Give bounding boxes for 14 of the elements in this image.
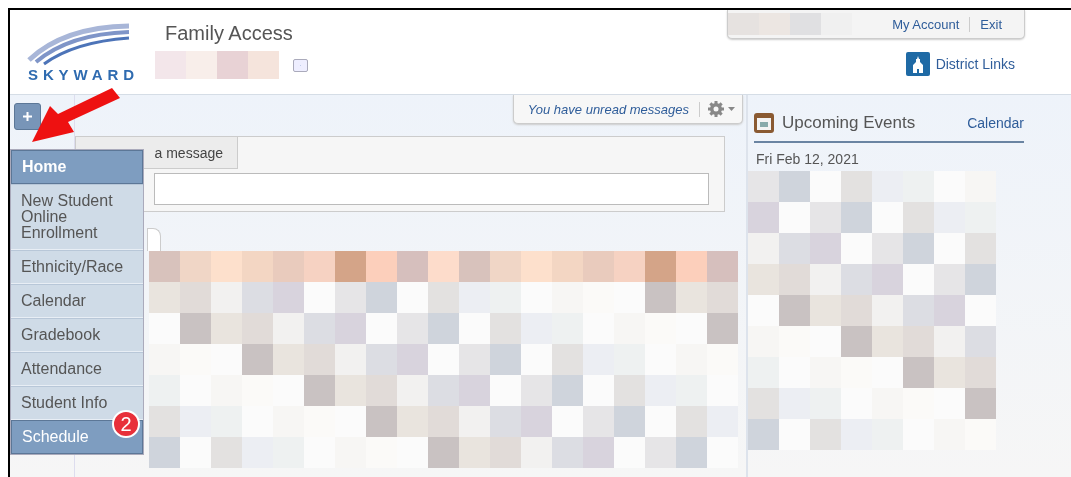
event-date: Fri Feb 12, 2021 (756, 151, 860, 167)
menu-item[interactable]: Attendance (11, 352, 143, 386)
account-link[interactable]: My Account (882, 16, 970, 32)
menu-item[interactable]: Ethnicity/Race (11, 250, 143, 284)
skyward-logo: SKYWARD (24, 22, 149, 82)
district-links-link[interactable]: District Links (935, 56, 1015, 72)
unread-messages-link[interactable]: You have unread messages (513, 101, 700, 117)
section-title: Upcoming Events (782, 113, 916, 133)
menu-item[interactable]: Gradebook (11, 318, 143, 352)
calendar-link[interactable]: Calendar (967, 115, 1024, 131)
menu-item[interactable]: New Student Online Enrollment (11, 184, 143, 250)
account-link[interactable]: Exit (969, 16, 1012, 32)
app-title: Family Access (165, 22, 294, 45)
menu-item[interactable]: Calendar (11, 284, 143, 318)
